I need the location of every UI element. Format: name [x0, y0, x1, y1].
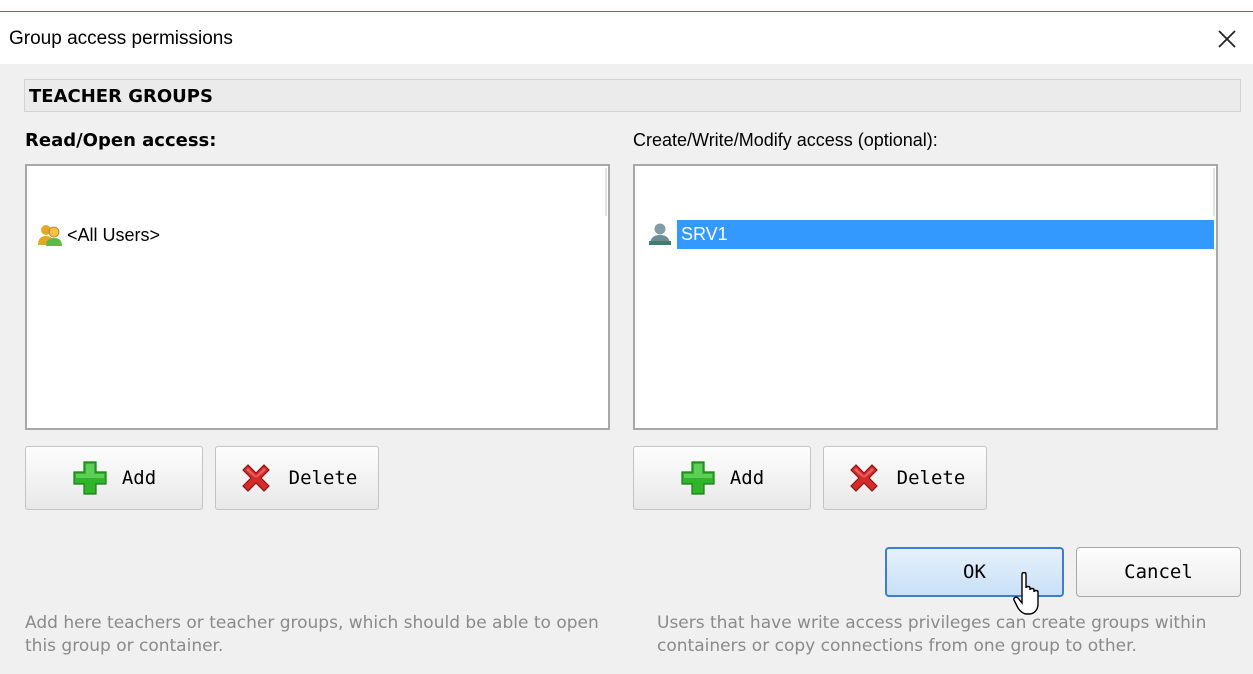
section-title: TEACHER GROUPS — [29, 86, 213, 107]
delete-label: Delete — [288, 467, 358, 489]
section-header: TEACHER GROUPS — [24, 79, 1241, 112]
list-item-label: <All Users> — [67, 224, 161, 245]
read-delete-button[interactable]: Delete — [215, 446, 379, 510]
write-access-list[interactable]: SRV1 — [633, 164, 1218, 430]
close-button[interactable] — [1210, 22, 1244, 56]
list-scroll-edge — [605, 168, 607, 216]
add-label: Add — [729, 467, 765, 489]
delete-label: Delete — [896, 467, 966, 489]
list-item-srv1[interactable]: SRV1 — [647, 218, 1214, 250]
list-scroll-edge — [1213, 168, 1215, 216]
write-access-hint: Users that have write access privileges … — [657, 613, 1207, 656]
group-access-dialog: Group access permissions TEACHER GROUPS … — [0, 0, 1253, 674]
delete-x-icon — [849, 464, 878, 492]
add-label: Add — [121, 467, 157, 489]
plus-icon — [73, 461, 107, 495]
list-item-label: SRV1 — [677, 219, 1214, 249]
cancel-label: Cancel — [1124, 561, 1193, 583]
window-top-border — [0, 11, 1253, 12]
read-access-label: Read/Open access: — [25, 130, 217, 151]
close-icon — [1218, 30, 1236, 48]
read-access-hint: Add here teachers or teacher groups, whi… — [25, 613, 599, 656]
read-add-button[interactable]: Add — [25, 446, 203, 510]
cancel-button[interactable]: Cancel — [1076, 547, 1241, 597]
plus-icon — [681, 461, 715, 495]
mouse-cursor-icon — [1013, 572, 1039, 615]
delete-x-icon — [241, 464, 270, 492]
ok-label: OK — [963, 561, 986, 583]
write-add-button[interactable]: Add — [633, 446, 811, 510]
computer-user-icon — [649, 223, 671, 245]
read-access-list[interactable]: <All Users> — [25, 164, 610, 430]
write-delete-button[interactable]: Delete — [823, 446, 987, 510]
window-title: Group access permissions — [9, 28, 233, 49]
list-item-all-users[interactable]: <All Users> — [37, 219, 597, 251]
write-access-label: Create/Write/Modify access (optional): — [633, 130, 938, 150]
user-group-icon — [38, 225, 62, 246]
